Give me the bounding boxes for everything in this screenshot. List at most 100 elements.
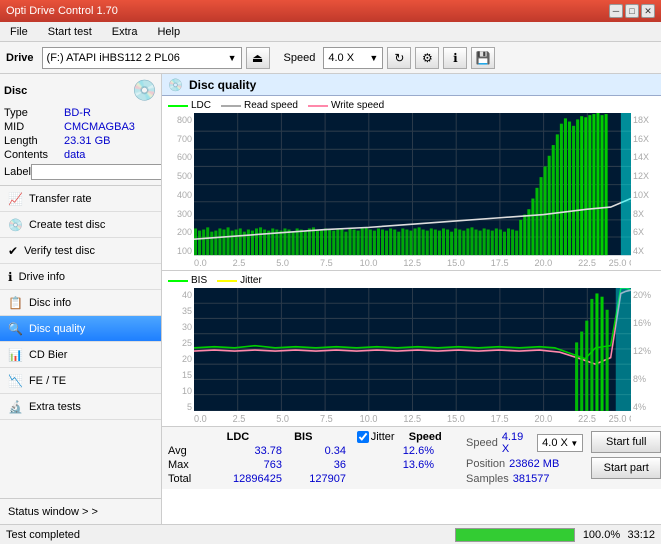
sidebar-item-create-test-disc[interactable]: 💿 Create test disc <box>0 212 161 238</box>
refresh-button[interactable]: ↻ <box>387 47 411 69</box>
svg-text:0.0: 0.0 <box>194 258 207 268</box>
drive-info-icon: ℹ <box>8 270 13 284</box>
sidebar-item-cd-bier[interactable]: 📊 CD Bier <box>0 342 161 368</box>
disc-mid-value: CMCMAGBA3 <box>64 121 157 133</box>
stats-total-row: Total 12896425 127907 <box>168 473 448 485</box>
verify-test-disc-icon: ✔ <box>8 244 18 258</box>
sidebar-item-label-drive-info: Drive info <box>19 271 65 283</box>
ldc-chart-area: 0.0 2.5 5.0 7.5 10.0 12.5 15.0 17.5 20.0… <box>194 113 631 268</box>
disc-length-label: Length <box>4 135 64 147</box>
ldc-legend-item: LDC <box>168 100 211 111</box>
speed-dropdown-panel[interactable]: 4.0 X ▼ <box>537 434 583 452</box>
drive-select[interactable]: (F:) ATAPI iHBS112 2 PL06 ▼ <box>42 47 242 69</box>
disc-type-value: BD-R <box>64 107 157 119</box>
menu-extra[interactable]: Extra <box>106 24 144 40</box>
jitter-label: Jitter <box>240 275 262 286</box>
stats-table: LDC BIS Jitter Speed Avg 33.78 0.34 <box>168 431 448 485</box>
ldc-y-axis-right: 18X 16X 14X 12X 10X 8X 6X 4X <box>631 113 659 268</box>
position-info-row: Position 23862 MB <box>466 458 583 470</box>
total-bis: 127907 <box>286 473 346 485</box>
disc-quality-header-icon: 💿 <box>168 78 183 92</box>
avg-ldc: 33.78 <box>207 445 282 457</box>
svg-text:2.5: 2.5 <box>233 258 246 268</box>
sidebar-item-label-disc-info: Disc info <box>29 297 71 309</box>
svg-text:20.0: 20.0 <box>534 414 552 424</box>
disc-type-label: Type <box>4 107 64 119</box>
sidebar-item-label-cd-bier: CD Bier <box>29 349 68 361</box>
sidebar-item-verify-test-disc[interactable]: ✔ Verify test disc <box>0 238 161 264</box>
minimize-button[interactable]: ─ <box>609 4 623 18</box>
speed-header: Speed <box>403 431 448 443</box>
sidebar-item-label-transfer-rate: Transfer rate <box>29 193 92 205</box>
extra-tests-icon: 🔬 <box>8 400 23 414</box>
disc-info-icon: 📋 <box>8 296 23 310</box>
disc-quality-icon: 🔍 <box>8 322 23 336</box>
status-text: Test completed <box>0 529 449 541</box>
svg-text:17.5: 17.5 <box>491 414 509 424</box>
info-button[interactable]: ℹ <box>443 47 467 69</box>
close-button[interactable]: ✕ <box>641 4 655 18</box>
svg-text:25.0 GB: 25.0 GB <box>609 414 631 424</box>
menu-help[interactable]: Help <box>151 24 186 40</box>
jitter-checkbox[interactable] <box>357 431 369 443</box>
position-value: 23862 MB <box>509 458 559 470</box>
max-ldc: 763 <box>207 459 282 471</box>
svg-text:10.0: 10.0 <box>360 414 378 424</box>
speed-dropdown-icon: ▼ <box>369 53 378 63</box>
start-part-button[interactable]: Start part <box>591 457 661 479</box>
jitter-header: Jitter <box>357 431 395 443</box>
save-button[interactable]: 💾 <box>471 47 495 69</box>
disc-header: Disc 💿 <box>4 78 157 103</box>
ldc-label: LDC <box>191 100 211 111</box>
create-test-disc-icon: 💿 <box>8 218 23 232</box>
sidebar-item-transfer-rate[interactable]: 📈 Transfer rate <box>0 186 161 212</box>
disc-label-key: Label <box>4 166 31 178</box>
menu-start-test[interactable]: Start test <box>42 24 98 40</box>
transfer-rate-icon: 📈 <box>8 192 23 206</box>
toolbar: Drive (F:) ATAPI iHBS112 2 PL06 ▼ ⏏ Spee… <box>0 42 661 74</box>
disc-label-input[interactable] <box>31 164 162 180</box>
settings-button[interactable]: ⚙ <box>415 47 439 69</box>
stats-avg-row: Avg 33.78 0.34 12.6% <box>168 445 448 457</box>
disc-contents-row: Contents data <box>4 149 157 161</box>
total-label: Total <box>168 473 203 485</box>
svg-text:7.5: 7.5 <box>320 414 333 424</box>
drive-label: Drive <box>6 52 34 64</box>
disc-mid-label: MID <box>4 121 64 133</box>
disc-contents-label: Contents <box>4 149 64 161</box>
start-full-button[interactable]: Start full <box>591 431 661 453</box>
sidebar-item-extra-tests[interactable]: 🔬 Extra tests <box>0 394 161 420</box>
status-window-button[interactable]: Status window > > <box>0 498 161 524</box>
samples-label: Samples <box>466 473 509 485</box>
menu-file[interactable]: File <box>4 24 34 40</box>
stats-header: LDC BIS Jitter Speed <box>168 431 448 443</box>
max-label: Max <box>168 459 203 471</box>
maximize-button[interactable]: □ <box>625 4 639 18</box>
max-jitter: 13.6% <box>374 459 434 471</box>
speed-position-info: Speed 4.19 X 4.0 X ▼ Position 23862 MB S… <box>466 431 583 485</box>
sidebar-item-disc-quality[interactable]: 🔍 Disc quality <box>0 316 161 342</box>
svg-text:12.5: 12.5 <box>403 258 421 268</box>
disc-length-row: Length 23.31 GB <box>4 135 157 147</box>
disc-length-value: 23.31 GB <box>64 135 157 147</box>
time-display: 33:12 <box>621 529 661 541</box>
avg-jitter: 12.6% <box>374 445 434 457</box>
sidebar-item-fe-te[interactable]: 📉 FE / TE <box>0 368 161 394</box>
write-speed-color <box>308 105 328 107</box>
progress-text: 100.0% <box>581 529 621 541</box>
ldc-chart-svg: 0.0 2.5 5.0 7.5 10.0 12.5 15.0 17.5 20.0… <box>194 113 631 268</box>
right-panel: 💿 Disc quality LDC Read speed <box>162 74 661 524</box>
bis-label: BIS <box>191 275 207 286</box>
fe-te-icon: 📉 <box>8 374 23 388</box>
total-ldc: 12896425 <box>207 473 282 485</box>
svg-text:15.0: 15.0 <box>447 414 465 424</box>
ldc-legend: LDC Read speed Write speed <box>164 98 659 113</box>
sidebar-item-disc-info[interactable]: 📋 Disc info <box>0 290 161 316</box>
sidebar-item-drive-info[interactable]: ℹ Drive info <box>0 264 161 290</box>
speed-info-row: Speed 4.19 X 4.0 X ▼ <box>466 431 583 455</box>
disc-contents-value: data <box>64 149 157 161</box>
eject-button[interactable]: ⏏ <box>246 47 270 69</box>
speed-select[interactable]: 4.0 X ▼ <box>323 47 383 69</box>
main-layout: Disc 💿 Type BD-R MID CMCMAGBA3 Length 23… <box>0 74 661 524</box>
svg-text:5.0: 5.0 <box>276 258 289 268</box>
